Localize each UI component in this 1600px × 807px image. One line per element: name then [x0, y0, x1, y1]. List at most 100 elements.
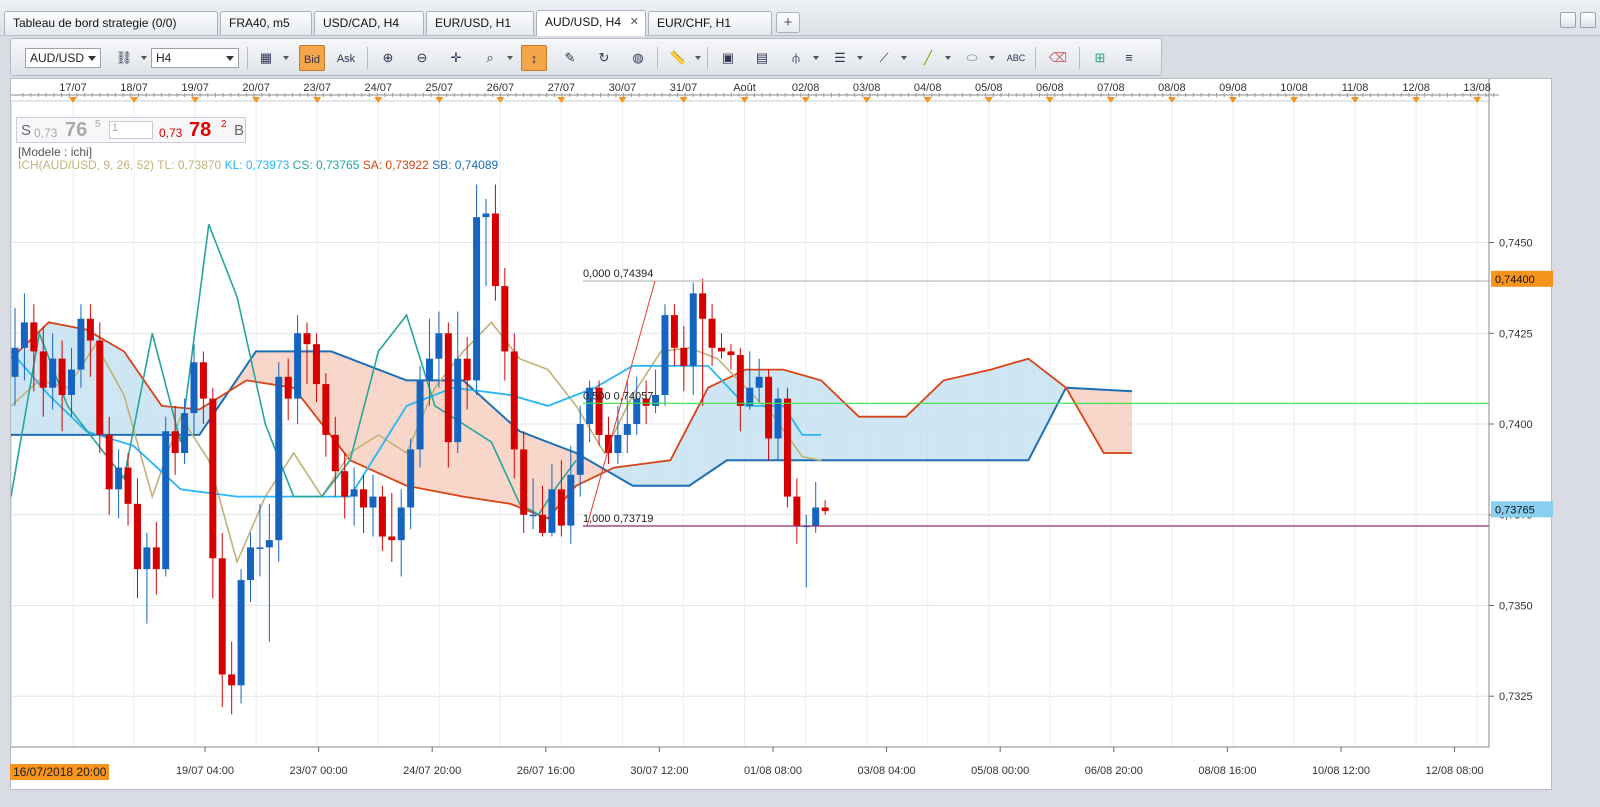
legend-ich: ICH(AUD/USD, 9, 26, 52) [18, 158, 155, 172]
candle-body [388, 536, 396, 541]
zoom-in-icon[interactable]: ⊕ [375, 45, 401, 71]
text-tool-icon[interactable]: ABC [1003, 45, 1029, 71]
crosshair-cursor-icon[interactable]: ✛ [443, 45, 469, 71]
legend-senkou-b: SB: 0,74089 [432, 158, 499, 172]
chevron-down-icon[interactable] [695, 56, 701, 60]
chart-canvas[interactable]: 0,000 0,743940,500 0,740571,000 0,73719 … [10, 79, 1553, 791]
top-date-label: Août [733, 82, 756, 94]
candle-body [115, 467, 123, 490]
cloud-segment [20, 340, 30, 435]
candle-body [181, 413, 189, 454]
chevron-down-icon[interactable] [813, 56, 819, 60]
cloud-segment [745, 369, 756, 461]
trendline-icon[interactable]: ╱ [915, 45, 941, 71]
chevron-down-icon[interactable] [945, 56, 951, 60]
tab-eurusd-h1[interactable]: EUR/USD, H1 [426, 11, 534, 35]
chevron-down-icon[interactable] [901, 56, 907, 60]
candle-body [77, 318, 85, 370]
ellipse-icon[interactable]: ⬭ [959, 45, 985, 71]
cloud-segment [472, 388, 482, 500]
chevron-down-icon[interactable] [989, 56, 995, 60]
cloud-segment [434, 380, 445, 493]
candle-body [623, 424, 631, 435]
candle-body [397, 507, 405, 541]
chevron-down-icon [88, 56, 96, 61]
candle-body [548, 489, 556, 533]
top-date-label: 31/07 [670, 82, 698, 94]
sell-letter[interactable]: S [21, 122, 31, 139]
rotate-icon[interactable]: ↻ [591, 45, 617, 71]
buy-price[interactable]: 78 [189, 119, 211, 142]
fork-tool-icon[interactable]: ⫛ [783, 45, 809, 71]
top-date-label: 25/07 [426, 82, 454, 94]
top-date-label: 07/08 [1097, 82, 1125, 94]
candle-body [501, 286, 509, 352]
tab-eurchf-h1[interactable]: EUR/CHF, H1 [648, 11, 772, 35]
candle-body [510, 351, 518, 450]
tab-fra40-m5[interactable]: FRA40, m5 [220, 11, 312, 35]
fib-level-label: 0,500 0,74057 [583, 390, 653, 402]
candle-body [454, 358, 462, 443]
chart-type-icon[interactable]: ▦ [253, 45, 279, 71]
horizontal-lines-icon[interactable]: ☰ [827, 45, 853, 71]
quantity-input[interactable]: 1 [109, 121, 153, 139]
bottom-time-label: 23/07 00:00 [290, 765, 348, 777]
top-date-label: 17/07 [59, 82, 87, 94]
sell-price[interactable]: 76 [65, 119, 87, 142]
candle-body [736, 355, 744, 406]
tab-usdcad-h4[interactable]: USD/CAD, H4 [314, 11, 424, 35]
autoscale-icon[interactable]: ↕ [521, 45, 547, 71]
ask-button[interactable]: Ask [333, 45, 359, 71]
fib-level-label: 1,000 0,73719 [583, 513, 653, 525]
zoom-out-icon[interactable]: ⊖ [409, 45, 435, 71]
symbol-select[interactable]: AUD/USD [25, 48, 101, 68]
close-icon[interactable]: ✕ [630, 15, 639, 28]
candle-body [218, 558, 226, 675]
candle-body [435, 333, 443, 359]
candle-body [247, 547, 254, 581]
price-chart[interactable]: 0,000 0,74394 0,500 0,74057 1,000 0,73719 … [10, 78, 1553, 791]
tab-audusd-h4[interactable]: AUD/USD, H4 ✕ [536, 10, 646, 36]
candle-body [567, 474, 575, 526]
globe-icon[interactable]: ◍ [625, 45, 651, 71]
add-tab-button[interactable]: + [776, 12, 800, 33]
candle-body [576, 424, 584, 475]
magnify-area-icon[interactable]: ⌕ [477, 45, 503, 71]
tab-dashboard[interactable]: Tableau de bord strategie (0/0) [4, 11, 218, 35]
edit-chart-icon[interactable]: ✎ [557, 45, 583, 71]
bid-button[interactable]: Bid [299, 45, 325, 71]
candle-body [491, 213, 499, 287]
candle-body [11, 347, 19, 377]
crosshair-date-badge: 16/07/2018 20:00 [10, 764, 110, 780]
cloud-segment [1000, 364, 1010, 461]
network-icon[interactable]: ⊞ [1087, 45, 1113, 71]
cloud-segment [953, 376, 963, 461]
link-chart-icon[interactable]: ⛓ [111, 45, 137, 71]
top-date-label: 09/08 [1219, 82, 1247, 94]
chevron-down-icon[interactable] [857, 56, 863, 60]
more-tools-icon[interactable]: ≡ [1121, 45, 1137, 71]
legend-kijun: KL: 0,73973 [224, 158, 290, 172]
cloud-segment [990, 366, 1001, 461]
candle-body [774, 398, 782, 439]
ruler-icon[interactable]: 📏 [665, 45, 691, 71]
candle-body [331, 434, 339, 472]
timeframe-select[interactable]: H4 [151, 48, 239, 68]
candle-body [407, 449, 415, 508]
bid-label: Bid [304, 54, 320, 66]
cloud-segment [943, 378, 953, 461]
chevron-down-icon[interactable] [507, 56, 513, 60]
chevron-down-icon[interactable] [283, 56, 289, 60]
candle-body [378, 496, 386, 537]
fan-tool-icon[interactable]: ⟋ [871, 45, 897, 71]
candle-body [360, 489, 368, 508]
screenshot-icon[interactable]: ▣ [715, 45, 741, 71]
template-icon[interactable]: ▤ [749, 45, 775, 71]
eraser-icon[interactable]: ⌫ [1045, 45, 1071, 71]
top-date-label: 27/07 [548, 82, 576, 94]
restore-button[interactable] [1580, 12, 1596, 28]
chevron-down-icon[interactable] [141, 56, 147, 60]
minimize-button[interactable] [1560, 12, 1576, 28]
buy-letter[interactable]: B [234, 122, 244, 139]
top-date-label: 12/08 [1402, 82, 1430, 94]
